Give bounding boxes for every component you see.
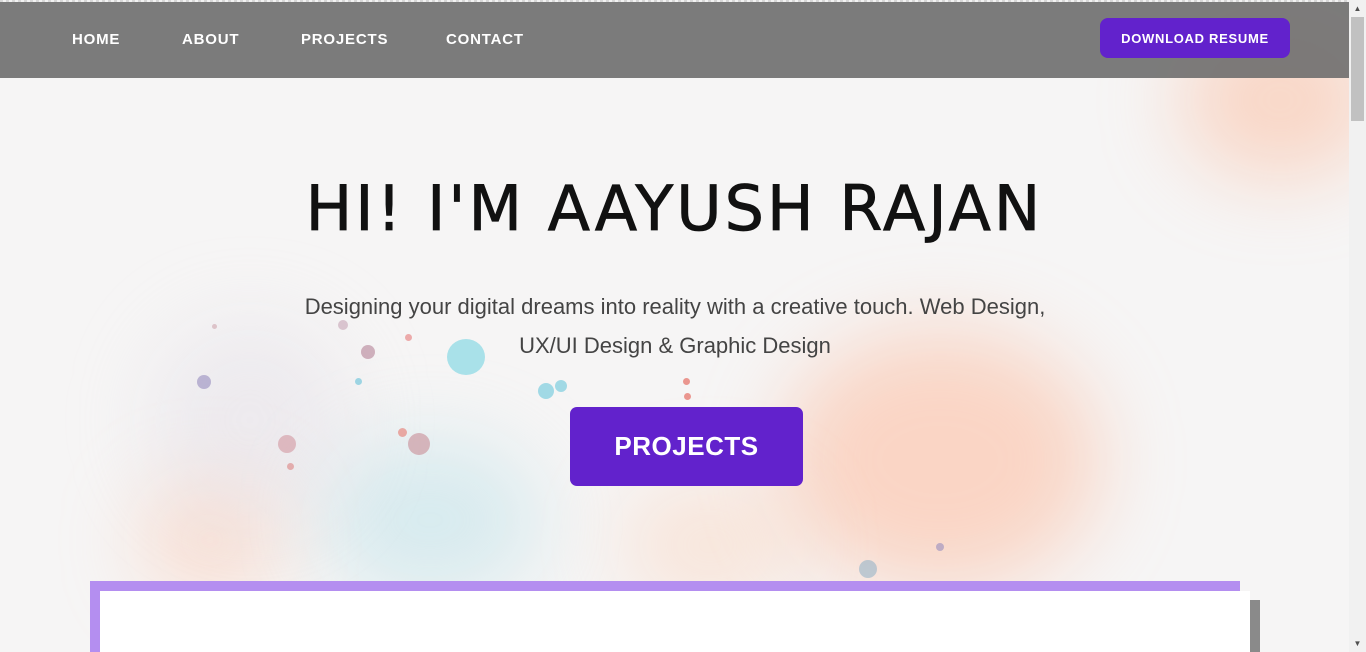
paint-dot — [212, 324, 217, 329]
paint-dot — [287, 463, 294, 470]
content-card — [100, 591, 1250, 652]
triangle-up-icon[interactable]: ▲ — [1349, 0, 1366, 17]
scrollbar-thumb[interactable] — [1351, 17, 1364, 121]
watercolor-splash — [320, 440, 540, 600]
paint-dot — [538, 383, 554, 399]
nav-home-link[interactable]: HOME — [72, 31, 120, 48]
nav-projects-link[interactable]: PROJECTS — [301, 31, 388, 48]
navbar: HOME ABOUT PROJECTS CONTACT DOWNLOAD RES… — [0, 2, 1349, 78]
paint-dot — [683, 378, 690, 385]
nav-contact-link[interactable]: CONTACT — [446, 31, 524, 48]
watercolor-splash — [780, 330, 1100, 590]
top-dashed-border — [0, 0, 1349, 2]
hero-title: HI! I'M AAYUSH RAJAN — [305, 172, 1044, 246]
paint-dot — [555, 380, 567, 392]
paint-dot — [355, 378, 362, 385]
paint-dot — [197, 375, 211, 389]
paint-dot — [859, 560, 877, 578]
paint-dot — [408, 433, 430, 455]
paint-dot — [398, 428, 407, 437]
projects-button[interactable]: PROJECTS — [570, 407, 803, 486]
page: HOME ABOUT PROJECTS CONTACT DOWNLOAD RES… — [0, 0, 1366, 652]
paint-dot — [684, 393, 691, 400]
download-resume-button[interactable]: DOWNLOAD RESUME — [1100, 18, 1290, 58]
triangle-down-icon[interactable]: ▼ — [1349, 635, 1366, 652]
hero-subtitle-line-2: UX/UI Design & Graphic Design — [519, 333, 831, 358]
vertical-scrollbar[interactable]: ▲ ▼ — [1349, 0, 1366, 652]
paint-dot — [936, 543, 944, 551]
hero-subtitle-line-1: Designing your digital dreams into reali… — [304, 294, 1046, 319]
paint-dot — [278, 435, 296, 453]
hero-subtitle: Designing your digital dreams into reali… — [275, 287, 1075, 365]
nav-about-link[interactable]: ABOUT — [182, 31, 239, 48]
